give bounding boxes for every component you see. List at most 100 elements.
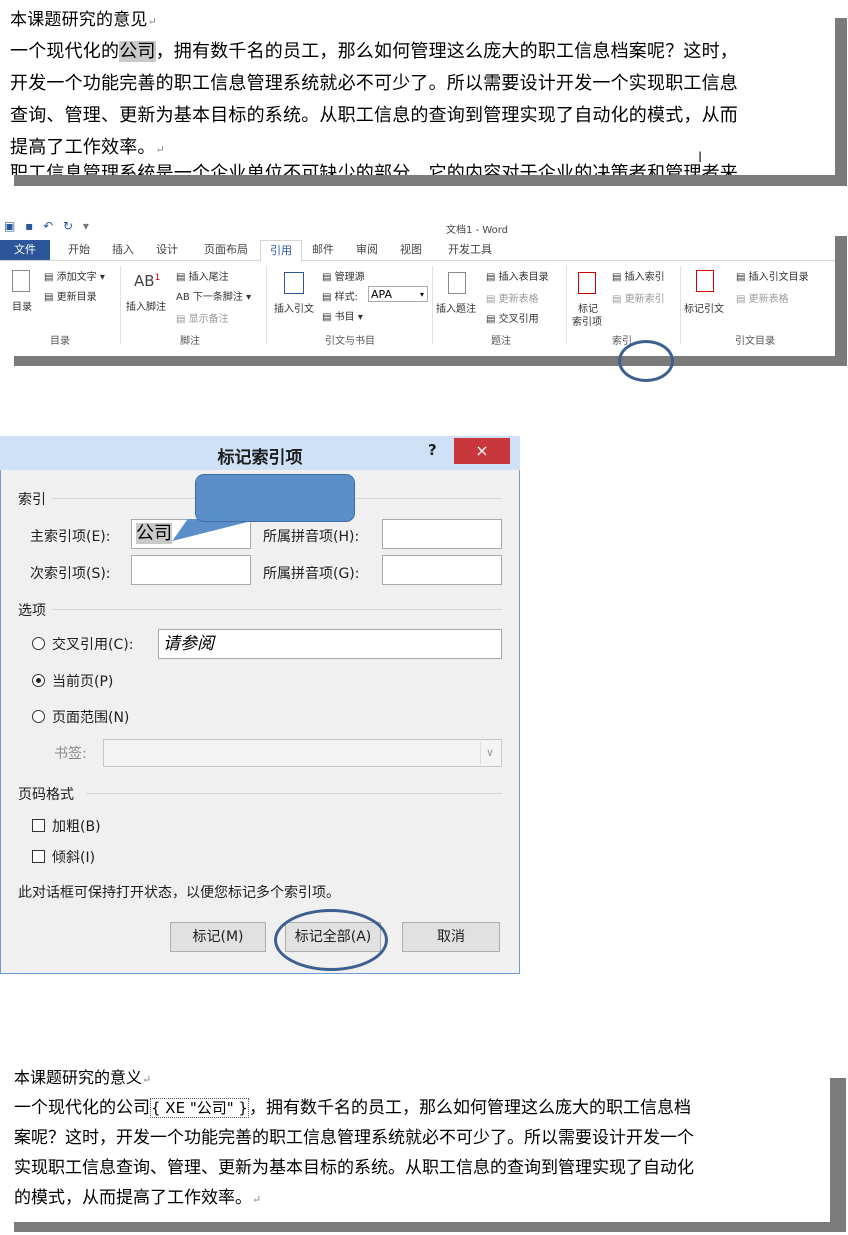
next-footnote-button[interactable]: AB 下一条脚注 ▾ (176, 288, 251, 303)
insert-citation-button[interactable]: 插入引文 (274, 300, 314, 315)
cross-ref-input[interactable]: 请参阅 (158, 629, 502, 659)
mark-entry-button-line2[interactable]: 索引项 (572, 313, 602, 328)
heading: 本课题研究的意见↵ (10, 8, 157, 34)
update-table-button[interactable]: ▤ 更新表格 (486, 290, 539, 305)
tab-insert[interactable]: 插入 (106, 240, 140, 260)
italic-checkbox[interactable] (32, 850, 45, 863)
footnote-ab-icon: AB1 (134, 272, 161, 290)
label: 更新表格 (748, 294, 789, 305)
chevron-down-icon: ∨ (480, 742, 499, 764)
text: 提高了工作效率。 (10, 137, 156, 158)
callout-tail (172, 519, 260, 541)
shadow (833, 18, 847, 186)
tab-references[interactable]: 引用 (260, 240, 302, 262)
group-label-footnotes: 脚注 (180, 336, 200, 347)
manage-sources-button[interactable]: ▤ 管理源 (322, 268, 365, 283)
highlight-circle (274, 909, 388, 971)
paragraph-mark: ↵ (155, 143, 166, 156)
document-excerpt-bottom: 本课题研究的意义↵ 一个现代化的公司{ XE "公司" }，拥有数千名的员工，那… (0, 1060, 830, 1222)
tab-design[interactable]: 设计 (150, 240, 184, 260)
cross-ref-label[interactable]: 交叉引用(C): (52, 634, 133, 654)
add-text-button[interactable]: ▤ 添加文字 ▾ (44, 268, 105, 283)
toc-button[interactable]: 目录 (12, 298, 32, 313)
label: 显示备注 (188, 314, 229, 325)
main-pinyin-label: 所属拼音项(H): (263, 529, 360, 545)
heading-text: 本课题研究的意义 (14, 1068, 143, 1087)
xe-field-code[interactable]: { XE "公司" } (150, 1098, 249, 1118)
sub-entry-input[interactable] (131, 555, 251, 585)
tab-developer[interactable]: 开发工具 (442, 240, 498, 260)
close-button[interactable]: × (454, 438, 510, 464)
label: 管理源 (334, 272, 365, 283)
label: 下一条脚注 (192, 292, 243, 303)
current-page-label[interactable]: 当前页(P) (52, 671, 113, 691)
label: 更新目录 (56, 292, 97, 303)
tab-review[interactable]: 审阅 (350, 240, 384, 260)
tab-view[interactable]: 视图 (394, 240, 428, 260)
heading-text: 本课题研究的意见 (10, 10, 148, 30)
label: 插入索引 (624, 272, 665, 283)
highlighted-word[interactable]: 公司 (119, 41, 156, 62)
show-notes-button[interactable]: ▤ 显示备注 (176, 310, 229, 325)
sub-pinyin-label: 所属拼音项(G): (263, 566, 360, 582)
insert-index-button[interactable]: ▤ 插入索引 (612, 268, 665, 283)
cross-reference-button[interactable]: ▤ 交叉引用 (486, 310, 539, 325)
update-toa-button[interactable]: ▤ 更新表格 (736, 290, 789, 305)
undo-icon[interactable]: ↶ (43, 219, 53, 233)
insert-footnote-button[interactable]: 插入脚注 (126, 298, 166, 313)
mark-entry-icon[interactable] (578, 272, 596, 294)
insert-caption-button[interactable]: 插入题注 (436, 300, 476, 315)
document-excerpt-top: 本课题研究的意见↵ 一个现代化的公司，拥有数千名的员工，那么如何管理这么庞大的职… (0, 0, 835, 175)
paragraph-mark: ↵ (142, 1073, 152, 1086)
toc-icon[interactable] (12, 270, 30, 292)
insert-toa-button[interactable]: ▤ 插入引文目录 (736, 268, 809, 283)
ibeam-cursor-icon: I (698, 150, 703, 166)
group-label-toc: 目录 (50, 336, 70, 347)
group-label-toa: 引文目录 (735, 336, 775, 347)
ab-text: AB (134, 272, 155, 290)
update-index-button[interactable]: ▤ 更新索引 (612, 290, 665, 305)
page-range-radio[interactable] (32, 710, 45, 723)
mark-button[interactable]: 标记(M) (170, 922, 266, 952)
dialog-title: 标记索引项 (217, 448, 303, 468)
insert-endnote-button[interactable]: ▤ 插入尾注 (176, 268, 229, 283)
group-label-citations: 引文与书目 (325, 336, 375, 347)
sub-pinyin-input[interactable] (382, 555, 502, 585)
style-dropdown[interactable]: APA ▾ (368, 286, 428, 302)
bold-label[interactable]: 加粗(B) (52, 816, 101, 836)
line-3: 查询、管理、更新为基本目标的系统。从职工信息的查询到管理实现了自动化的模式，从而 (10, 105, 738, 126)
tab-layout[interactable]: 页面布局 (196, 240, 256, 260)
bookmark-dropdown[interactable]: ∨ (103, 739, 502, 767)
divider (120, 266, 121, 344)
cancel-button[interactable]: 取消 (402, 922, 500, 952)
mark-citation-icon[interactable] (696, 270, 714, 292)
update-toc-button[interactable]: ▤ 更新目录 (44, 288, 97, 303)
paragraph-mark: ↵ (252, 1193, 262, 1206)
sub-entry-label: 次索引项(S): (30, 566, 111, 582)
main-entry-value: 公司 (136, 523, 172, 544)
save-icon[interactable]: ▪ (25, 219, 33, 233)
label: 添加文字 (56, 272, 97, 283)
current-page-radio[interactable] (32, 674, 45, 687)
text: 的模式，从而提高了工作效率。 (14, 1188, 252, 1208)
main-pinyin-input[interactable] (382, 519, 502, 549)
insert-citation-icon[interactable] (284, 272, 304, 294)
bibliography-button[interactable]: ▤ 书目 ▾ (322, 308, 363, 323)
label: 更新表格 (498, 294, 539, 305)
tab-home[interactable]: 开始 (62, 240, 96, 260)
tab-mailings[interactable]: 邮件 (306, 240, 340, 260)
customize-icon[interactable]: ▾ (83, 219, 89, 233)
group-label-captions: 题注 (491, 336, 511, 347)
tab-file[interactable]: 文件 (0, 240, 50, 260)
page-range-label[interactable]: 页面范围(N) (52, 707, 129, 727)
insert-tof-button[interactable]: ▤ 插入表目录 (486, 268, 549, 283)
bold-checkbox[interactable] (32, 819, 45, 832)
main-entry-label: 主索引项(E): (30, 529, 111, 545)
insert-caption-icon[interactable] (448, 272, 466, 294)
mark-citation-button[interactable]: 标记引文 (684, 300, 724, 315)
italic-label[interactable]: 倾斜(I) (52, 847, 95, 867)
redo-icon[interactable]: ↻ (63, 219, 73, 233)
line-2: 开发一个功能完善的职工信息管理系统就必不可少了。所以需要设计开发一个实现职工信息 (10, 73, 738, 94)
help-icon[interactable]: ? (428, 441, 437, 459)
cross-ref-radio[interactable] (32, 637, 45, 650)
